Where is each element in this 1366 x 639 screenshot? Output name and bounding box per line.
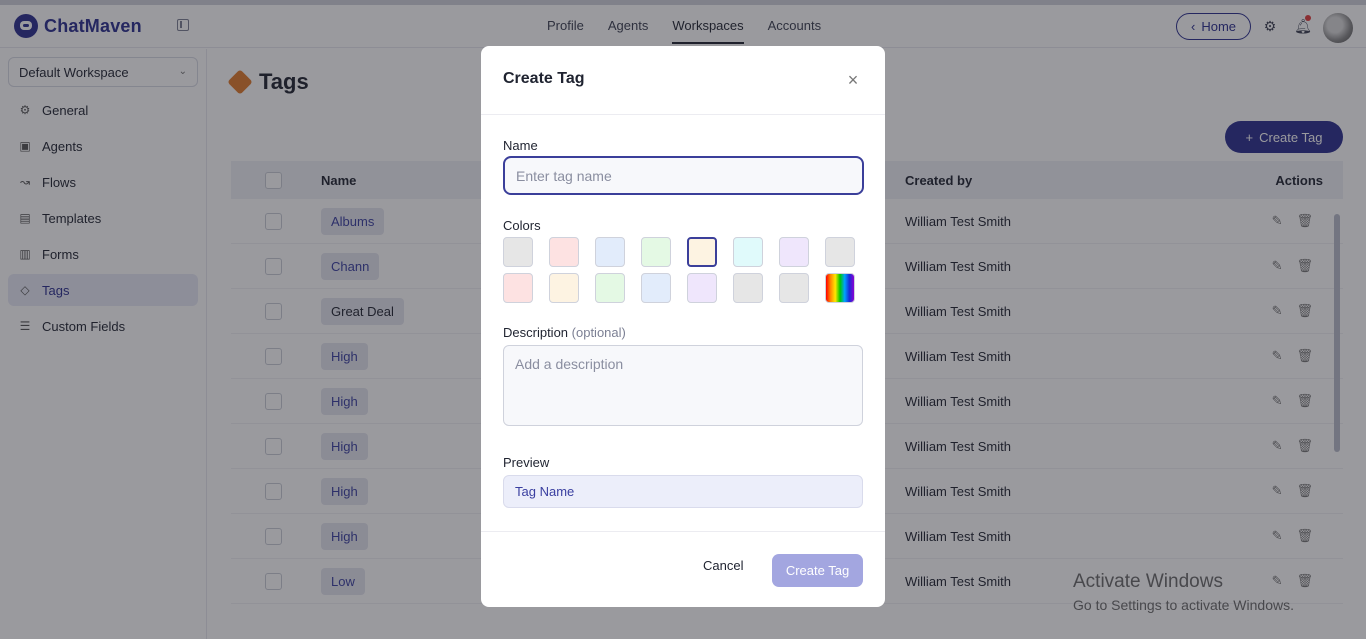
tag-name-input[interactable]	[503, 156, 864, 195]
dialog-title: Create Tag	[503, 70, 585, 87]
preview-label: Preview	[503, 455, 550, 470]
create-tag-submit-button[interactable]: Create Tag	[772, 554, 863, 587]
color-swatches	[503, 237, 855, 303]
color-swatch[interactable]	[549, 273, 579, 303]
description-label-text: Description	[503, 325, 569, 340]
custom-color-picker-swatch[interactable]	[825, 273, 855, 303]
color-swatch[interactable]	[687, 237, 717, 267]
description-label: Description (optional)	[503, 325, 626, 340]
cancel-button[interactable]: Cancel	[703, 558, 743, 573]
dialog-footer: Cancel Create Tag	[481, 531, 885, 607]
color-swatch[interactable]	[595, 273, 625, 303]
dialog-header: Create Tag ×	[481, 46, 885, 115]
colors-label: Colors	[503, 218, 541, 233]
color-swatch[interactable]	[779, 237, 809, 267]
close-icon[interactable]: ×	[846, 71, 860, 89]
color-swatch[interactable]	[595, 237, 625, 267]
color-swatch[interactable]	[687, 273, 717, 303]
create-tag-dialog: Create Tag × Name Colors Description (op…	[481, 46, 885, 607]
name-label: Name	[503, 138, 538, 153]
color-swatch[interactable]	[733, 273, 763, 303]
tag-preview: Tag Name	[503, 475, 863, 508]
color-swatch[interactable]	[503, 237, 533, 267]
color-swatch[interactable]	[779, 273, 809, 303]
color-swatch[interactable]	[641, 273, 671, 303]
description-optional-hint: (optional)	[571, 325, 626, 340]
color-swatch[interactable]	[549, 237, 579, 267]
description-input[interactable]	[503, 345, 863, 426]
color-swatch[interactable]	[503, 273, 533, 303]
color-swatch[interactable]	[825, 237, 855, 267]
color-swatch[interactable]	[733, 237, 763, 267]
color-swatch[interactable]	[641, 237, 671, 267]
